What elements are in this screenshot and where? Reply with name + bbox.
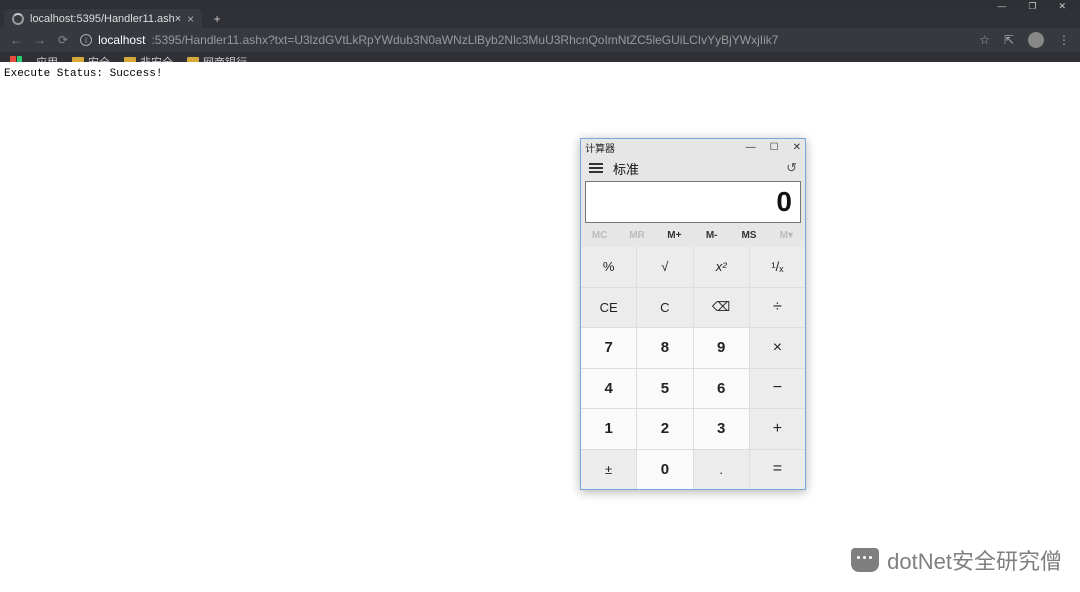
mem-mlist: M▾ — [768, 223, 805, 247]
btn-subtract[interactable]: − — [750, 369, 805, 409]
window-controls: — ❐ ✕ — [997, 0, 1080, 12]
calc-close-icon[interactable]: ✕ — [793, 142, 801, 153]
browser-tab-active[interactable]: localhost:5395/Handler11.ash× × — [4, 9, 202, 28]
btn-6[interactable]: 6 — [694, 369, 749, 409]
execute-status-text: Execute Status: Success! — [0, 62, 1080, 86]
mem-mminus[interactable]: M- — [693, 223, 730, 247]
btn-8[interactable]: 8 — [637, 328, 692, 368]
window-close[interactable]: ✕ — [1058, 1, 1066, 12]
browser-tabstrip: localhost:5395/Handler11.ash× × + — [0, 9, 1080, 28]
window-minimize[interactable]: — — [997, 1, 1006, 12]
new-tab-button[interactable]: + — [208, 10, 226, 28]
watermark: dotNet安全研究僧 — [851, 544, 1062, 576]
mem-mc: MC — [581, 223, 618, 247]
nav-forward-icon[interactable]: → — [34, 33, 46, 47]
btn-c[interactable]: C — [637, 288, 692, 328]
calc-keypad: % √ x² ¹/ₓ CE C ⌫ ÷ 7 8 9 × 4 5 6 − 1 2 … — [581, 247, 805, 489]
tab-loading-icon — [12, 13, 24, 25]
btn-add[interactable]: + — [750, 409, 805, 449]
calc-title: 计算器 — [585, 140, 615, 155]
calc-titlebar[interactable]: 计算器 — ☐ ✕ — [581, 139, 805, 155]
calc-menu-icon[interactable] — [589, 163, 603, 173]
mem-mr: MR — [618, 223, 655, 247]
calc-memory-row: MC MR M+ M- MS M▾ — [581, 223, 805, 247]
calc-history-icon[interactable]: ↺ — [786, 160, 797, 176]
btn-9[interactable]: 9 — [694, 328, 749, 368]
btn-divide[interactable]: ÷ — [750, 288, 805, 328]
btn-percent[interactable]: % — [581, 247, 636, 287]
calc-mode-label: 标准 — [613, 159, 639, 178]
btn-3[interactable]: 3 — [694, 409, 749, 449]
calc-minimize-icon[interactable]: — — [746, 142, 756, 153]
tab-close-icon[interactable]: × — [187, 12, 194, 26]
btn-4[interactable]: 4 — [581, 369, 636, 409]
btn-equals[interactable]: = — [750, 450, 805, 490]
bookmark-star-icon[interactable]: ☆ — [979, 33, 990, 47]
tab-title: localhost:5395/Handler11.ash× — [30, 13, 181, 25]
btn-sqrt[interactable]: √ — [637, 247, 692, 287]
browser-address-bar: ← → ⟳ i localhost :5395/Handler11.ashx?t… — [0, 28, 1080, 52]
url-host: localhost — [98, 33, 145, 47]
page-content: Execute Status: Success! — [0, 62, 1080, 592]
url-path: :5395/Handler11.ashx?txt=U3lzdGVtLkRpYWd… — [151, 33, 778, 47]
nav-reload-icon[interactable]: ⟳ — [58, 33, 68, 47]
mem-mplus[interactable]: M+ — [656, 223, 693, 247]
browser-menu-icon[interactable]: ⋮ — [1058, 33, 1070, 47]
btn-2[interactable]: 2 — [637, 409, 692, 449]
btn-backspace[interactable]: ⌫ — [694, 288, 749, 328]
btn-square[interactable]: x² — [694, 247, 749, 287]
btn-5[interactable]: 5 — [637, 369, 692, 409]
btn-negate[interactable]: ± — [581, 450, 636, 490]
btn-reciprocal[interactable]: ¹/ₓ — [750, 247, 805, 287]
nav-back-icon[interactable]: ← — [10, 33, 22, 47]
calc-display: 0 — [585, 181, 801, 223]
calc-maximize-icon[interactable]: ☐ — [770, 142, 779, 153]
site-info-icon[interactable]: i — [80, 34, 92, 46]
watermark-text: dotNet安全研究僧 — [887, 544, 1062, 576]
profile-avatar-icon[interactable] — [1028, 32, 1044, 48]
wechat-icon — [851, 548, 879, 572]
btn-ce[interactable]: CE — [581, 288, 636, 328]
btn-7[interactable]: 7 — [581, 328, 636, 368]
calc-mode-bar: 标准 ↺ — [581, 155, 805, 181]
btn-0[interactable]: 0 — [637, 450, 692, 490]
mem-ms[interactable]: MS — [730, 223, 767, 247]
window-titlebar — [0, 0, 1080, 9]
url-field[interactable]: i localhost :5395/Handler11.ashx?txt=U3l… — [80, 33, 967, 47]
btn-multiply[interactable]: × — [750, 328, 805, 368]
calculator-window: 计算器 — ☐ ✕ 标准 ↺ 0 MC MR M+ M- MS M▾ % √ x… — [580, 138, 806, 490]
btn-1[interactable]: 1 — [581, 409, 636, 449]
window-maximize[interactable]: ❐ — [1028, 1, 1036, 12]
devtools-icon[interactable]: ⇱ — [1004, 33, 1014, 47]
btn-decimal[interactable]: . — [694, 450, 749, 490]
